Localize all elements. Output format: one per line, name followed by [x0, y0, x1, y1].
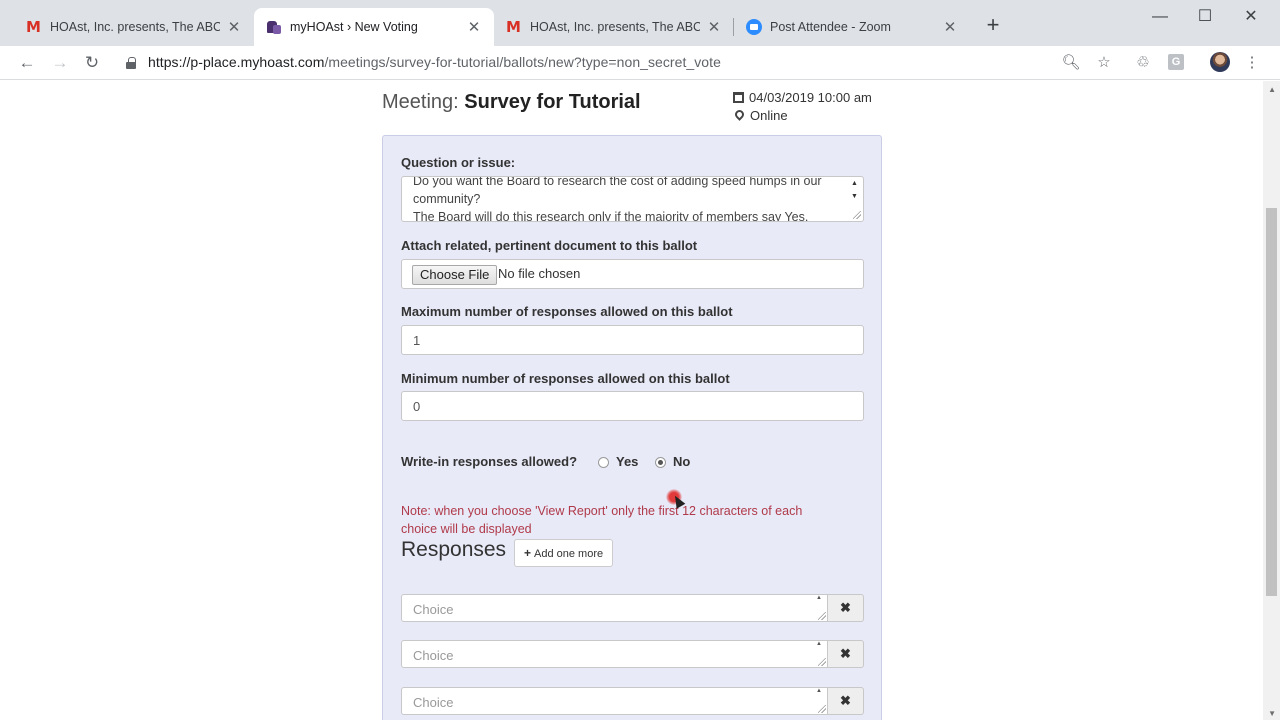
writein-no-radio[interactable] [655, 457, 666, 468]
choice-row: Choice ▲ ✖ [401, 640, 864, 668]
meeting-datetime: 04/03/2019 10:00 am [733, 90, 872, 105]
question-text: Do you want the Board to research the co… [413, 176, 822, 222]
recycle-extension-icon[interactable]: ♲ [1132, 53, 1154, 73]
tab-title: myHOAst › New Voting [290, 20, 418, 34]
tab-bar: HOAst, Inc. presents, The ABCs of ✕ myHO… [0, 0, 1280, 46]
writein-yes-radio[interactable] [598, 457, 609, 468]
maximize-icon[interactable]: ☐ [1182, 6, 1228, 28]
report-note: Note: when you choose 'View Report' only… [401, 504, 803, 536]
close-icon[interactable]: ✕ [226, 18, 242, 36]
menu-kebab-icon[interactable]: ⋮ [1241, 53, 1263, 73]
spin-up-icon[interactable]: ▲ [816, 595, 822, 601]
responses-heading: Responses [401, 538, 507, 561]
remove-choice-button[interactable]: ✖ [828, 640, 864, 668]
window-close-icon[interactable]: ✕ [1228, 6, 1274, 28]
map-pin-icon [735, 110, 744, 122]
choice-resize[interactable]: ▲ [811, 640, 828, 668]
bookmark-star-icon[interactable]: ☆ [1093, 53, 1115, 73]
hoast-icon [266, 19, 282, 35]
remove-choice-button[interactable]: ✖ [828, 594, 864, 622]
max-responses-input[interactable]: 1 [401, 325, 864, 355]
tab-gmail-1[interactable]: HOAst, Inc. presents, The ABCs of ✕ [14, 8, 254, 46]
grammarly-extension-icon[interactable]: G [1168, 54, 1184, 70]
tab-title: HOAst, Inc. presents, The ABCs of [50, 20, 220, 34]
url-path: /meetings/survey-for-tutorial/ballots/ne… [324, 54, 721, 70]
choice-row: Choice ▲ ✖ [401, 687, 864, 715]
tab-new-voting[interactable]: myHOAst › New Voting ✕ [254, 8, 494, 46]
page-viewport: Meeting: Survey for Tutorial 04/03/2019 … [0, 81, 1280, 720]
scrollbar-thumb[interactable] [1266, 208, 1277, 596]
writein-no-label[interactable]: No [673, 454, 690, 469]
scroll-down-icon[interactable]: ▼ [851, 193, 858, 200]
question-textarea[interactable]: Do you want the Board to research the co… [401, 176, 864, 222]
address-bar: ← → ↻ https://p-place.myhoast.com/meetin… [0, 46, 1280, 80]
scroll-down-icon[interactable]: ▼ [1268, 709, 1276, 718]
gmail-icon [26, 18, 42, 36]
back-arrow-icon[interactable]: ← [15, 52, 39, 74]
choice-input[interactable]: Choice [401, 687, 828, 715]
gmail-icon [506, 18, 522, 36]
choice-row: Choice ▲ ✖ [401, 594, 864, 622]
zoom-icon [746, 19, 762, 35]
resize-grip-icon[interactable] [818, 658, 826, 666]
page-title: Meeting: Survey for Tutorial [382, 91, 641, 114]
meeting-name: Survey for Tutorial [464, 91, 641, 113]
choice-input[interactable]: Choice [401, 594, 828, 622]
new-tab-icon[interactable]: + [982, 14, 1004, 36]
url-host: https://p-place.myhoast.com [148, 54, 325, 70]
meeting-location-text: Online [750, 108, 788, 123]
close-icon[interactable]: ✕ [942, 18, 958, 36]
choose-file-button[interactable]: Choose File [412, 265, 498, 285]
reload-icon[interactable]: ↻ [80, 52, 104, 74]
choice-input[interactable]: Choice [401, 640, 828, 668]
close-icon[interactable]: ✕ [466, 18, 482, 36]
url-field[interactable]: https://p-place.myhoast.com/meetings/sur… [148, 54, 721, 70]
close-icon[interactable]: ✕ [706, 18, 722, 36]
choice-resize[interactable]: ▲ [811, 594, 828, 622]
spin-up-icon[interactable]: ▲ [816, 641, 822, 647]
page-scrollbar[interactable]: ▲ ▼ [1263, 81, 1280, 720]
attach-label: Attach related, pertinent document to th… [401, 238, 698, 253]
tab-title: HOAst, Inc. presents, The ABCs of [530, 20, 700, 34]
resize-grip-icon[interactable] [853, 211, 861, 219]
lock-icon [126, 57, 136, 69]
remove-choice-button[interactable]: ✖ [828, 687, 864, 715]
min-responses-label: Minimum number of responses allowed on t… [401, 371, 730, 386]
profile-avatar[interactable] [1210, 52, 1230, 72]
meeting-location: Online [735, 108, 788, 123]
ballot-form-panel: Question or issue: Do you want the Board… [382, 135, 882, 720]
resize-grip-icon[interactable] [818, 705, 826, 713]
add-one-more-button[interactable]: + Add one more [514, 539, 614, 567]
calendar-icon [733, 92, 744, 103]
tab-gmail-2[interactable]: HOAst, Inc. presents, The ABCs of ✕ [494, 8, 734, 46]
file-status: No file chosen [498, 266, 581, 281]
spin-up-icon[interactable]: ▲ [816, 688, 822, 694]
choice-resize[interactable]: ▲ [811, 687, 828, 715]
meeting-prefix: Meeting: [382, 91, 459, 113]
minimize-icon[interactable]: — [1137, 6, 1183, 28]
max-responses-label: Maximum number of responses allowed on t… [401, 304, 733, 319]
writein-label: Write-in responses allowed? [401, 454, 578, 469]
meeting-datetime-text: 04/03/2019 10:00 am [749, 90, 872, 105]
add-one-more-label: Add one more [534, 548, 604, 560]
tab-title: Post Attendee - Zoom [770, 20, 891, 34]
tab-zoom[interactable]: Post Attendee - Zoom ✕ [734, 8, 970, 46]
scroll-up-icon[interactable]: ▲ [1268, 85, 1276, 94]
writein-yes-label[interactable]: Yes [616, 454, 638, 469]
zoom-out-icon[interactable]: 🔍︎ [1060, 53, 1082, 73]
question-label: Question or issue: [401, 155, 516, 170]
file-input[interactable]: Choose File No file chosen [401, 259, 864, 289]
plus-icon: + [524, 546, 532, 560]
scroll-up-icon[interactable]: ▲ [851, 180, 858, 187]
resize-grip-icon[interactable] [818, 612, 826, 620]
min-responses-input[interactable]: 0 [401, 391, 864, 421]
forward-arrow-icon[interactable]: → [48, 52, 72, 74]
